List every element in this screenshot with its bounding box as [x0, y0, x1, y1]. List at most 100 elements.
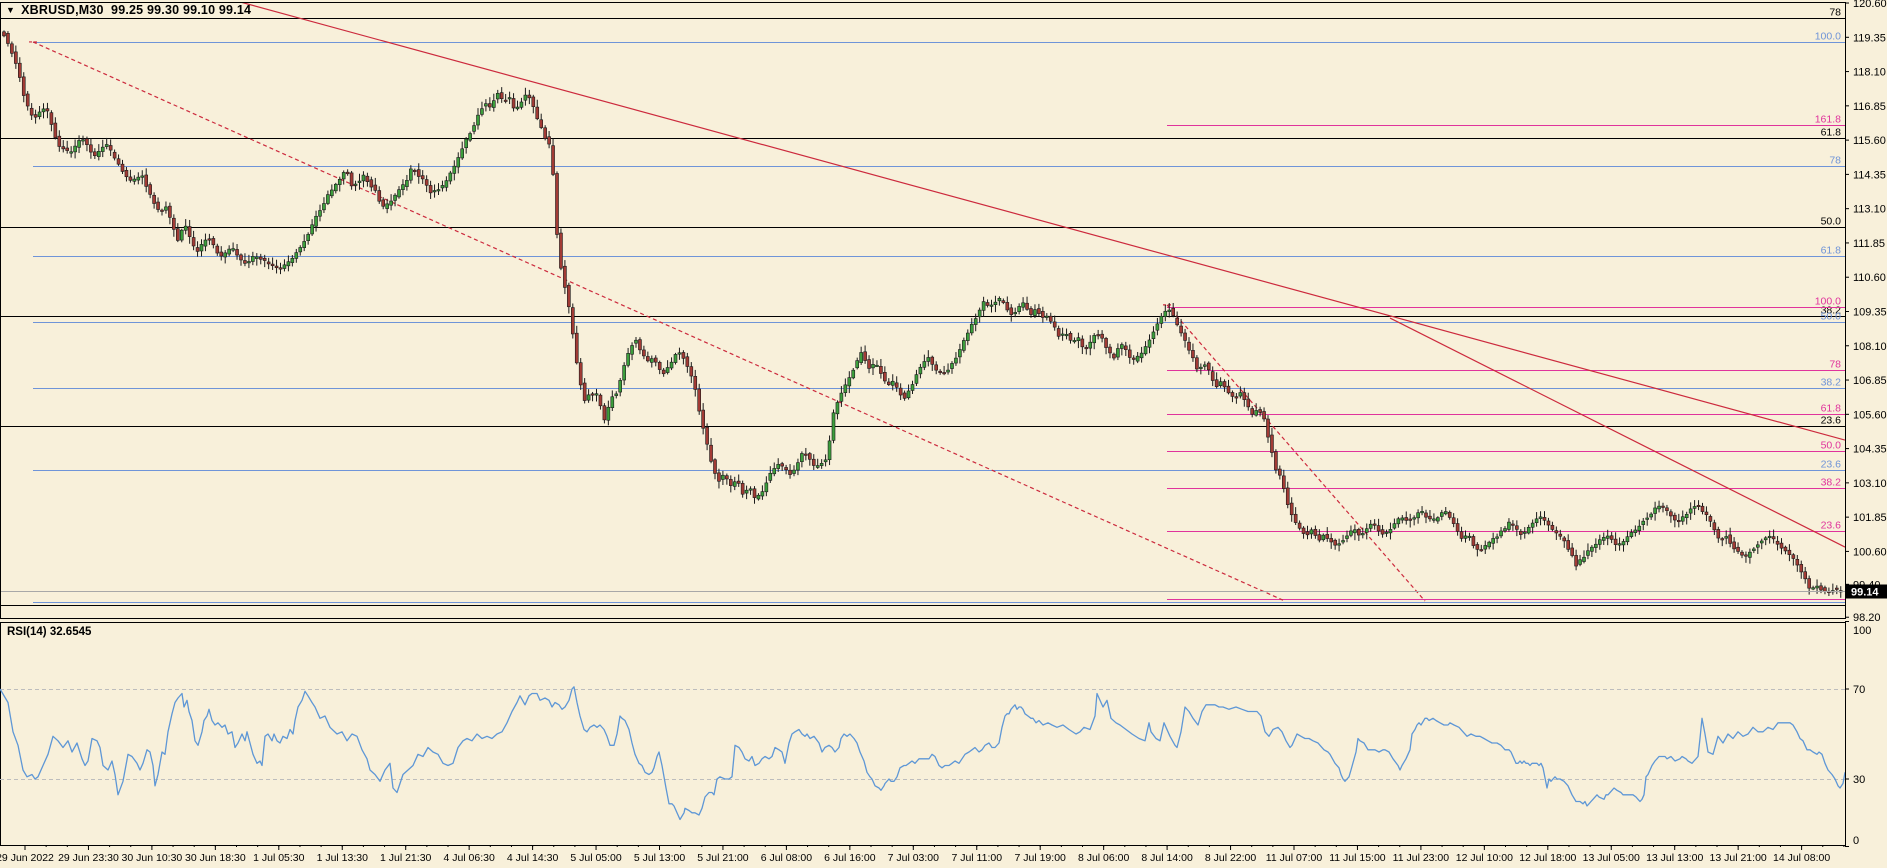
candle-up [1139, 352, 1144, 359]
time-tick-label: 12 Jul 18:00 [1519, 852, 1576, 864]
candle-up [77, 140, 81, 148]
candle-up [1440, 512, 1444, 517]
candle-up [1495, 536, 1499, 539]
main-price-pane[interactable]: 78 61.8 50.0 38.2 23.6 100.0 78 61.8 50.0 38.2 23.… [0, 2, 1845, 606]
candle-down [1819, 585, 1823, 591]
candle-up [950, 363, 954, 369]
candle-down [681, 352, 686, 359]
candle-up [405, 180, 409, 187]
candle-up [1629, 532, 1634, 537]
candle-down [1673, 514, 1677, 521]
price-tick-label: 110.60 [1853, 272, 1886, 284]
candle-up [1688, 508, 1693, 514]
candle-up [1368, 523, 1373, 529]
candle-down [1005, 302, 1010, 311]
candle-down [1222, 381, 1227, 388]
candle-up [393, 194, 397, 201]
time-tick-label: 4 Jul 14:30 [507, 852, 559, 864]
candle-up [776, 464, 781, 469]
candle-up [847, 377, 852, 387]
time-tick-label: 7 Jul 03:00 [888, 852, 940, 864]
price-axis[interactable]: 120.60 119.35 118.10 116.85 115.60 114.35 113.… [1845, 0, 1887, 624]
candle-down [428, 185, 433, 194]
time-tick-label: 11 Jul 15:00 [1329, 852, 1386, 864]
candle-down [1696, 504, 1701, 507]
candle-up [1752, 548, 1756, 551]
time-tick-label: 8 Jul 22:00 [1205, 852, 1257, 864]
candle-down [1771, 536, 1776, 540]
price-tick-label: 113.10 [1853, 204, 1886, 216]
candle-down [1669, 511, 1673, 517]
candle-down [555, 173, 559, 235]
candle-up [286, 261, 291, 267]
candle-down [1744, 554, 1748, 557]
candle-down [1736, 546, 1740, 552]
candle-down [752, 488, 757, 498]
candle-up [851, 369, 856, 379]
candle-up [1364, 528, 1369, 533]
candle-up [989, 304, 994, 307]
candle-up [630, 345, 634, 355]
candle-down [499, 92, 504, 100]
candle-up [1526, 527, 1531, 534]
price-tick-label: 114.35 [1853, 169, 1886, 181]
candle-up [1483, 545, 1488, 550]
rsi-pane[interactable] [0, 686, 1845, 821]
candle-down [1246, 398, 1251, 408]
candle-up [1617, 543, 1622, 546]
candle-up [1443, 511, 1448, 515]
candle-up [1218, 381, 1223, 386]
candle-up [1412, 517, 1416, 520]
candle-down [1408, 518, 1412, 521]
candle-up [875, 364, 879, 367]
fib-anchor-dashed-trendline[interactable] [1166, 304, 1426, 602]
candle-down [543, 127, 547, 139]
fib-black-label: 23.6 [1821, 415, 1842, 427]
candle-up [97, 151, 101, 157]
candle-down [883, 372, 887, 382]
candle-up [1120, 344, 1124, 349]
candle-down [539, 119, 544, 128]
time-axis[interactable]: 29 Jun 2022 29 Jun 23:30 30 Jun 10:30 30 Ju… [0, 845, 1845, 864]
fib-blue-label: 38.2 [1821, 377, 1842, 389]
candle-down [1325, 534, 1330, 539]
candle-up [1155, 323, 1160, 331]
price-tick-label: 120.60 [1853, 0, 1887, 10]
candle-down [646, 356, 650, 362]
candle-down [894, 382, 899, 388]
candle-up [519, 101, 524, 108]
candle-down [1037, 308, 1041, 314]
candle-up [1349, 530, 1353, 536]
candle-up [1637, 525, 1642, 531]
candle-up [1594, 543, 1598, 548]
candle-up [460, 148, 465, 159]
candle-down [1124, 345, 1128, 350]
fib-magenta: 161.8 100.0 78 61.8 50.0 38.2 23.6 [1167, 114, 1845, 600]
candle-up [199, 244, 204, 252]
candle-up [815, 465, 820, 468]
candle-down [270, 263, 275, 267]
candle-up [464, 138, 468, 149]
fib-anchor-dashed-trendline[interactable] [32, 41, 1286, 602]
candle-down [488, 103, 492, 108]
chart-canvas[interactable]: 78 61.8 50.0 38.2 23.6 100.0 78 61.8 50.0 38.2 23.… [0, 0, 1887, 868]
candle-down [1558, 533, 1563, 537]
candle-down [535, 106, 540, 120]
candle-down [1329, 538, 1333, 543]
candle-up [1013, 312, 1018, 315]
candle-up [1159, 315, 1164, 324]
candle-up [164, 206, 168, 211]
descending-trendline[interactable] [1389, 317, 1845, 548]
price-tick-label: 115.60 [1853, 135, 1886, 147]
time-tick-label: 8 Jul 06:00 [1078, 852, 1130, 864]
time-tick-label: 1 Jul 05:30 [253, 852, 305, 864]
time-tick-label: 13 Jul 05:00 [1583, 852, 1640, 864]
descending-trendline[interactable] [239, 2, 1845, 441]
candle-down [1068, 332, 1073, 341]
candle-up [910, 384, 915, 391]
candle-up [665, 367, 670, 373]
candle-up [954, 357, 958, 364]
chevron-down-icon[interactable]: ▼ [6, 5, 15, 15]
candle-up [444, 180, 449, 188]
candle-up [223, 252, 227, 258]
